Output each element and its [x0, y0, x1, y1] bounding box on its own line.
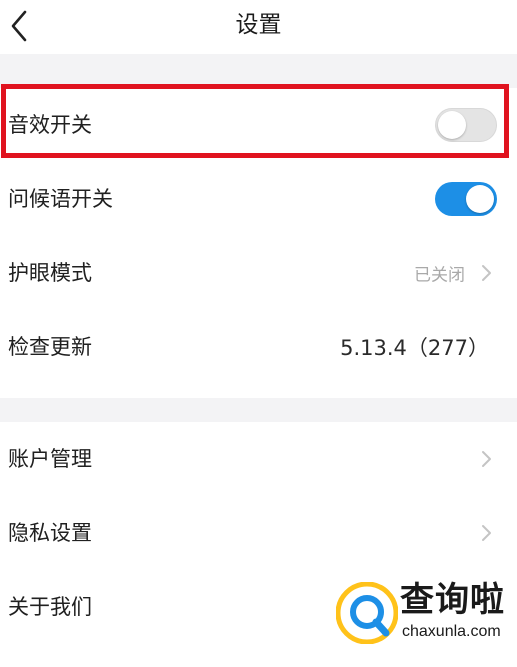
page-title: 设置	[235, 12, 282, 38]
greeting-toggle[interactable]	[435, 182, 497, 216]
watermark: 查询啦 chaxunla.com	[330, 576, 512, 652]
chevron-right-icon	[482, 265, 491, 281]
header-bar: 设置	[0, 0, 517, 54]
search-logo-icon	[336, 582, 398, 644]
sound-effects-toggle[interactable]	[435, 108, 497, 142]
sound-effects-label: 音效开关	[8, 113, 92, 137]
check-update-row[interactable]: 检查更新 5.13.4（277）	[0, 310, 517, 384]
toggle-knob	[438, 111, 466, 139]
greeting-row[interactable]: 问候语开关	[0, 162, 517, 236]
privacy-settings-row[interactable]: 隐私设置	[0, 496, 517, 570]
greeting-label: 问候语开关	[8, 187, 113, 211]
toggle-knob	[466, 185, 494, 213]
check-update-label: 检查更新	[8, 335, 92, 359]
privacy-settings-label: 隐私设置	[8, 521, 92, 545]
eye-protection-row[interactable]: 护眼模式 已关闭	[0, 236, 517, 310]
about-us-label: 关于我们	[8, 595, 92, 619]
settings-group-primary: 音效开关 问候语开关 护眼模式 已关闭 检查更新 5.13.4（277）	[0, 88, 517, 398]
watermark-url: chaxunla.com	[402, 623, 501, 640]
account-management-row[interactable]: 账户管理	[0, 422, 517, 496]
chevron-right-icon	[482, 451, 491, 467]
account-management-label: 账户管理	[8, 447, 92, 471]
version-number: 5.13.4（277）	[340, 336, 489, 360]
watermark-title: 查询啦	[400, 580, 505, 620]
sound-effects-row[interactable]: 音效开关	[0, 88, 517, 162]
eye-protection-label: 护眼模式	[8, 261, 92, 285]
eye-protection-status: 已关闭	[414, 265, 465, 286]
chevron-right-icon	[482, 525, 491, 541]
